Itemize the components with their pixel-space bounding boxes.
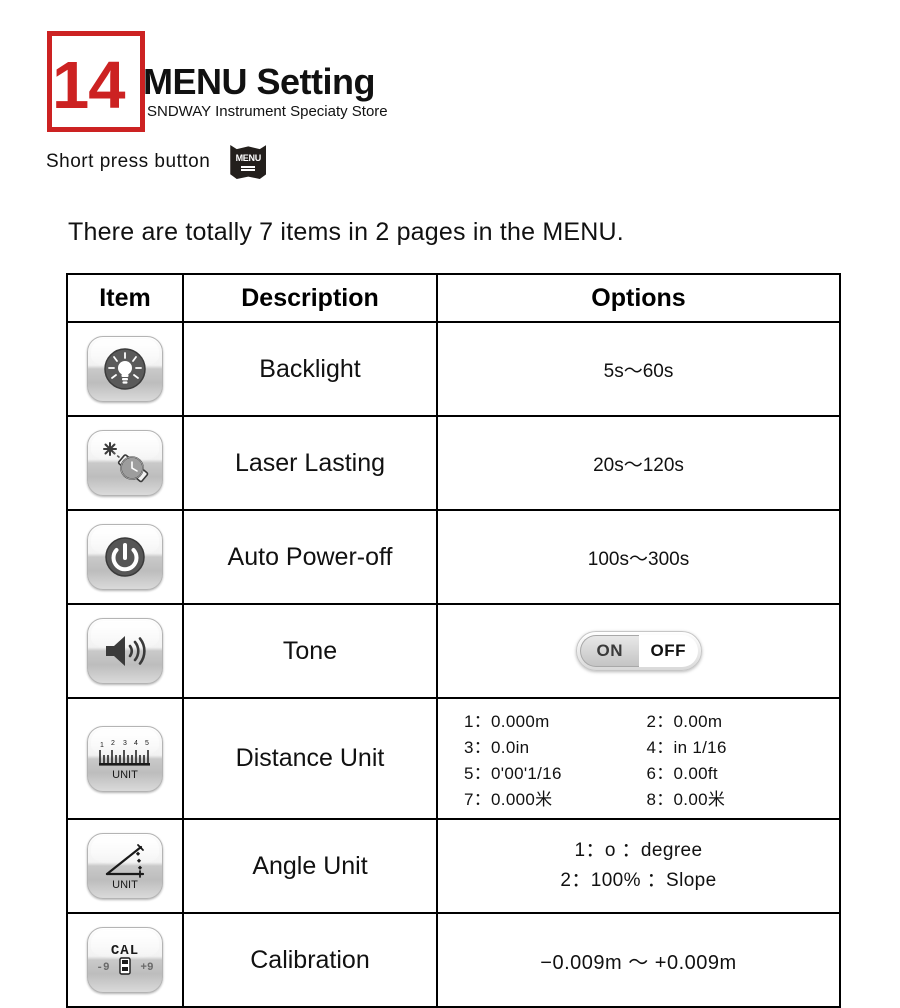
item-options: −0.009m ～ +0.009m xyxy=(436,912,841,1008)
item-options: 20s～120s xyxy=(436,415,841,511)
item-icon-cell: 1 2 3 4 5 UNIT xyxy=(66,697,184,820)
svg-text:4: 4 xyxy=(134,740,138,747)
svg-text:CAL: CAL xyxy=(111,943,139,959)
short-press-label: Short press button xyxy=(46,151,211,172)
unit-option[interactable]: 7：0.000米 xyxy=(464,785,641,810)
toggle-on-option[interactable]: ON xyxy=(579,635,639,667)
svg-text:5: 5 xyxy=(145,740,149,747)
svg-text:UNIT: UNIT xyxy=(112,879,138,891)
toggle-off-option[interactable]: OFF xyxy=(639,635,698,667)
column-header-options: Options xyxy=(436,273,841,323)
item-options: ON OFF xyxy=(436,603,841,699)
svg-text:UNIT: UNIT xyxy=(112,769,138,781)
table-row: 1 2 3 4 5 UNIT Distance Unit 1：0.000m 2：… xyxy=(66,697,841,820)
intro-text: There are totally 7 items in 2 pages in … xyxy=(68,218,624,246)
svg-text:+9: +9 xyxy=(140,962,153,974)
table-row: Backlight 5s～60s xyxy=(66,321,841,417)
table-row: UNIT Angle Unit 1：o ：degree 2：100% ：Slop… xyxy=(66,818,841,914)
column-header-item: Item xyxy=(66,273,184,323)
item-options: 100s～300s xyxy=(436,509,841,605)
distance-unit-options: 1：0.000m 2：0.00m 3：0.0in 4：in 1/16 5：0'0… xyxy=(438,699,839,818)
short-press-instruction: Short press button MENU xyxy=(46,145,267,179)
page-header: 14 MENU Setting SNDWAY Instrument Specia… xyxy=(0,0,900,200)
angle-option[interactable]: 2：100% ：Slope xyxy=(438,866,839,896)
table-row: Auto Power-off 100s～300s xyxy=(66,509,841,605)
item-icon-cell xyxy=(66,509,184,605)
svg-text:-9: -9 xyxy=(96,962,109,974)
item-icon-cell: UNIT xyxy=(66,818,184,914)
table-row: Tone ON OFF xyxy=(66,603,841,699)
item-icon-cell: CAL -9 +9 xyxy=(66,912,184,1008)
item-description: Backlight xyxy=(182,321,438,417)
menu-key-label: MENU xyxy=(235,152,262,163)
svg-text:3: 3 xyxy=(123,740,127,747)
angle-unit-icon: UNIT xyxy=(87,833,163,899)
unit-option[interactable]: 4：in 1/16 xyxy=(647,733,824,758)
tone-toggle-switch[interactable]: ON OFF xyxy=(575,631,702,671)
unit-option[interactable]: 2：0.00m xyxy=(647,707,824,732)
menu-bars-icon xyxy=(241,165,256,171)
item-icon-cell xyxy=(66,603,184,699)
item-description: Auto Power-off xyxy=(182,509,438,605)
backlight-bulb-icon xyxy=(87,336,163,402)
item-icon-cell xyxy=(66,321,184,417)
item-description: Tone xyxy=(182,603,438,699)
laser-beam-icon xyxy=(87,430,163,496)
chapter-number: 14 xyxy=(52,48,126,123)
unit-option[interactable]: 1：0.000m xyxy=(464,707,641,732)
table-row: CAL -9 +9 Calibration −0.009m ～ +0.009m xyxy=(66,912,841,1008)
item-icon-cell xyxy=(66,415,184,511)
item-options: 5s～60s xyxy=(436,321,841,417)
page-title: MENU Setting xyxy=(143,61,376,102)
unit-option[interactable]: 6：0.00ft xyxy=(647,759,824,784)
angle-option[interactable]: 1：o ：degree xyxy=(438,836,839,866)
item-options: 1：o ：degree 2：100% ：Slope xyxy=(436,818,841,914)
table-row: Laser Lasting 20s～120s xyxy=(66,415,841,511)
unit-option[interactable]: 5：0'00'1/16 xyxy=(464,759,641,784)
menu-settings-table: Item Description Options Backlight 5s～60… xyxy=(66,273,841,1008)
item-description: Laser Lasting xyxy=(182,415,438,511)
table-header-row: Item Description Options xyxy=(66,273,841,323)
ruler-unit-icon: 1 2 3 4 5 UNIT xyxy=(87,725,163,792)
item-description: Distance Unit xyxy=(182,697,438,820)
unit-option[interactable]: 8：0.00米 xyxy=(647,785,824,810)
menu-button-icon[interactable]: MENU xyxy=(230,145,267,179)
item-description: Angle Unit xyxy=(182,818,438,914)
item-options: 1：0.000m 2：0.00m 3：0.0in 4：in 1/16 5：0'0… xyxy=(436,697,841,820)
svg-text:2: 2 xyxy=(111,740,115,747)
svg-text:1: 1 xyxy=(100,742,104,749)
angle-unit-options: 1：o ：degree 2：100% ：Slope xyxy=(438,832,839,901)
speaker-tone-icon xyxy=(87,618,163,684)
unit-option[interactable]: 3：0.0in xyxy=(464,733,641,758)
page-subtitle: SNDWAY Instrument Speciaty Store xyxy=(147,103,388,120)
power-off-icon xyxy=(87,524,163,590)
item-description: Calibration xyxy=(182,912,438,1008)
calibration-cal-icon: CAL -9 +9 xyxy=(87,927,163,993)
column-header-description: Description xyxy=(182,273,438,323)
